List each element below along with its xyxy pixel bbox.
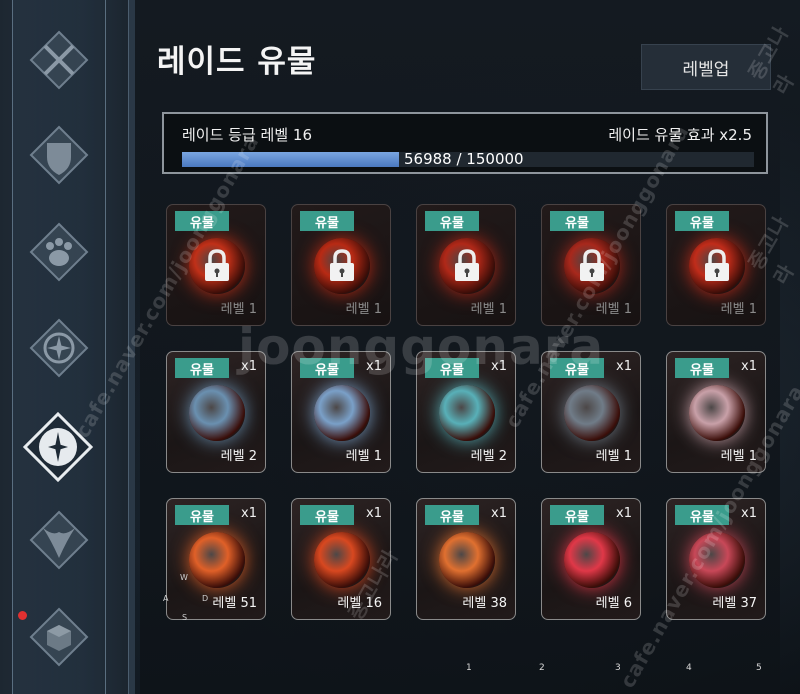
relic-badge: 유물 (675, 211, 729, 231)
cube-icon[interactable] (29, 607, 89, 667)
relic-badge: 유물 (175, 358, 229, 378)
progress-text: 56988 / 150000 (404, 150, 524, 168)
relic-badge: 유물 (300, 505, 354, 525)
relic-level: 레벨 2 (470, 449, 507, 464)
relic-quantity: x1 (741, 506, 757, 521)
page-title: 레이드 유물 (157, 44, 317, 80)
relic-level: 레벨 38 (462, 596, 507, 611)
relic-quantity: x1 (616, 359, 632, 374)
compass-icon[interactable] (29, 318, 89, 378)
relic-badge: 유물 (550, 505, 604, 525)
slot-number: 5 (756, 663, 762, 673)
notification-dot (18, 611, 27, 620)
relic-level: 레벨 1 (345, 302, 382, 317)
relic-level: 레벨 2 (220, 449, 257, 464)
slot-number: 4 (686, 663, 692, 673)
relic-quantity: x1 (366, 506, 382, 521)
relic-level: 레벨 1 (345, 449, 382, 464)
relic-level: 레벨 1 (595, 449, 632, 464)
relic-card[interactable]: 유물 x1 레벨 51 (166, 498, 266, 620)
slot-number: 3 (615, 663, 621, 673)
relic-badge: 유물 (425, 211, 479, 231)
relic-orb-icon (439, 532, 495, 588)
wing-crest-icon[interactable] (29, 510, 89, 570)
key-d: D (202, 594, 209, 603)
slot-number: 2 (539, 663, 545, 673)
relic-level: 레벨 1 (595, 302, 632, 317)
sidebar (0, 0, 135, 694)
lock-icon (330, 249, 354, 281)
relic-card[interactable]: 유물 x1 레벨 6 (541, 498, 641, 620)
key-s: S (182, 613, 188, 622)
relic-card[interactable]: 유물레벨 1 (416, 204, 516, 326)
relic-quantity: x1 (241, 506, 257, 521)
relic-orb-icon (689, 385, 745, 441)
key-a: A (163, 594, 169, 603)
lock-icon (455, 249, 479, 281)
relic-orb-icon (314, 385, 370, 441)
relic-orb-icon (564, 385, 620, 441)
shield-icon[interactable] (29, 125, 89, 185)
relic-orb-icon (189, 532, 245, 588)
relic-level: 레벨 1 (470, 302, 507, 317)
progress-fill (182, 152, 400, 167)
relic-level: 레벨 37 (712, 596, 757, 611)
relic-orb-icon (189, 385, 245, 441)
relic-badge: 유물 (550, 211, 604, 231)
relic-level: 레벨 1 (720, 302, 757, 317)
relic-quantity: x1 (741, 359, 757, 374)
relic-level: 레벨 1 (220, 302, 257, 317)
relic-orb-icon (439, 385, 495, 441)
relic-level: 레벨 6 (595, 596, 632, 611)
relic-card[interactable]: 유물 x1 레벨 38 (416, 498, 516, 620)
relic-orb-icon (564, 532, 620, 588)
relic-level: 레벨 51 (212, 596, 257, 611)
relic-card[interactable]: 유물레벨 1 (291, 204, 391, 326)
lock-icon (205, 249, 229, 281)
relic-badge: 유물 (425, 505, 479, 525)
relic-badge: 유물 (300, 211, 354, 231)
relic-badge: 유물 (175, 505, 229, 525)
key-w: W (180, 573, 188, 582)
paw-icon[interactable] (29, 222, 89, 282)
relic-quantity: x1 (491, 506, 507, 521)
relic-quantity: x1 (616, 506, 632, 521)
crossed-swords-icon[interactable] (29, 30, 89, 90)
relic-badge: 유물 (675, 358, 729, 378)
lock-icon (705, 249, 729, 281)
slot-number: 1 (466, 663, 472, 673)
